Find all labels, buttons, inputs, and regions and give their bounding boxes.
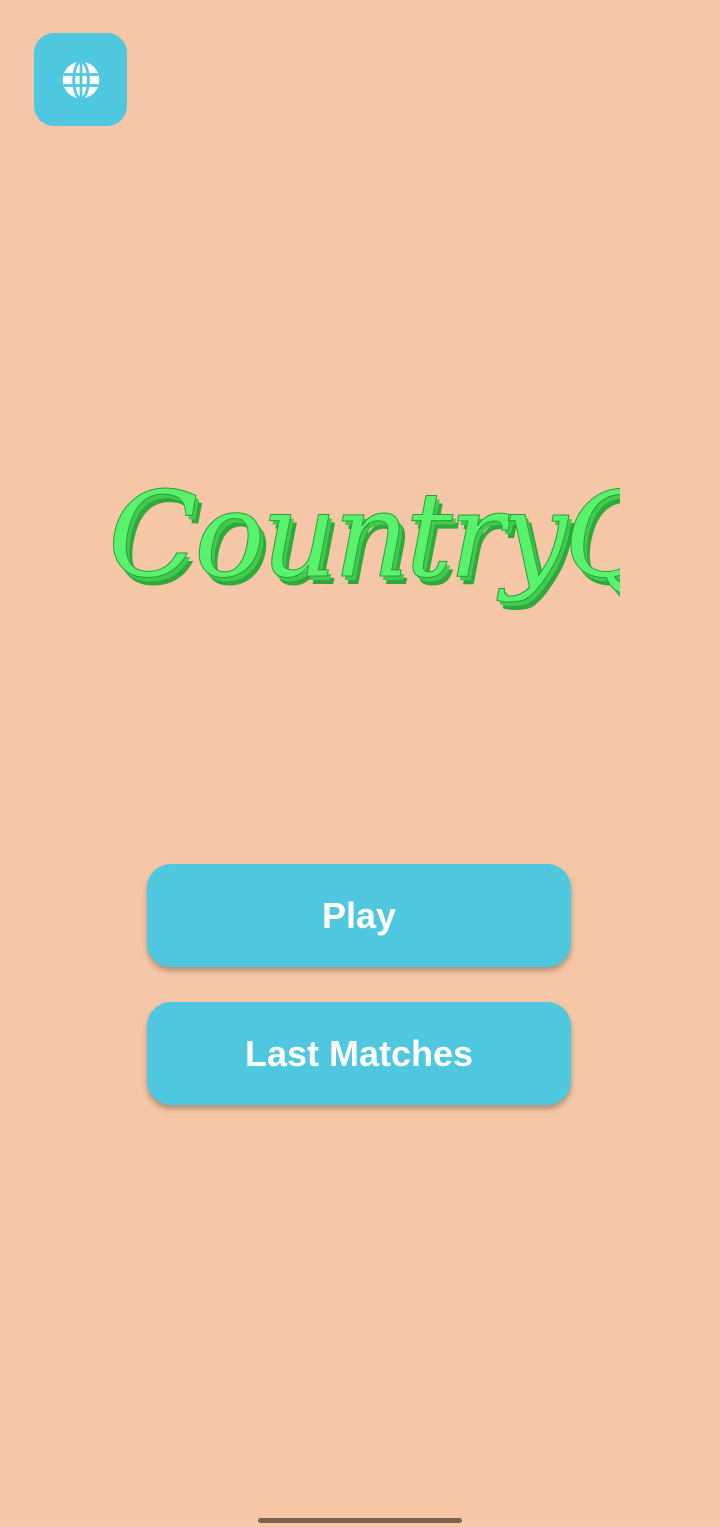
logo-text: CountryQuiz	[108, 466, 620, 604]
language-button[interactable]	[34, 33, 127, 126]
play-button[interactable]: Play	[147, 864, 571, 967]
app-logo: CountryQuiz CountryQuiz CountryQuiz	[100, 460, 621, 650]
last-matches-button-label: Last Matches	[244, 1032, 474, 1074]
home-indicator[interactable]	[258, 1518, 462, 1523]
globe-icon	[59, 58, 103, 102]
play-button-label: Play	[321, 894, 397, 936]
last-matches-button[interactable]: Last Matches	[147, 1002, 571, 1105]
